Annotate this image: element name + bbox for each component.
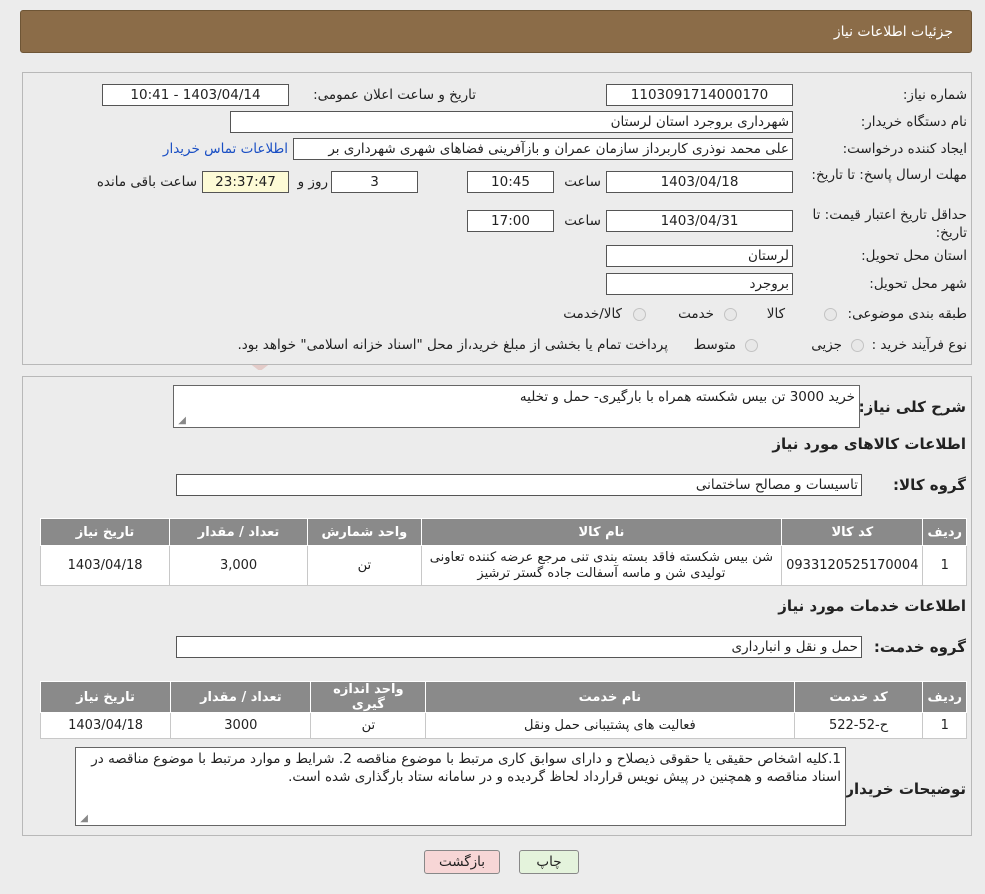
goods-cell-date: 1403/04/18 bbox=[39, 545, 171, 586]
services-col-date: تاریخ نیاز bbox=[39, 681, 172, 713]
price-date-field: 1403/04/31 bbox=[606, 210, 793, 232]
services-cell-unit: تن bbox=[310, 712, 427, 739]
reply-date-field: 1403/04/18 bbox=[606, 171, 793, 193]
services-heading: اطلاعات خدمات مورد نیاز bbox=[778, 597, 966, 615]
goods-group-field: تاسیسات و مصالح ساختمانی bbox=[176, 474, 862, 496]
process-option-minor: جزیی bbox=[811, 337, 842, 353]
buyer-contact-link[interactable]: اطلاعات تماس خریدار bbox=[140, 141, 288, 157]
process-note: پرداخت تمام یا بخشی از مبلغ خرید،از محل … bbox=[237, 337, 668, 353]
services-col-name: نام خدمت bbox=[425, 681, 795, 713]
back-button[interactable]: بازگشت bbox=[424, 850, 500, 874]
goods-heading: اطلاعات کالاهای مورد نیاز bbox=[772, 435, 966, 453]
services-cell-code: ح-52-522 bbox=[793, 712, 924, 739]
goods-col-name: نام کالا bbox=[420, 518, 783, 546]
services-cell-row: 1 bbox=[922, 712, 967, 739]
services-cell-name: فعالیت های پشتیبانی حمل ونقل bbox=[425, 712, 795, 739]
buyer-notes-textarea[interactable]: 1.کلیه اشخاص حقیقی یا حقوقی ذیصلاح و دار… bbox=[75, 747, 846, 826]
goods-table-wrapper: ردیف کد کالا نام کالا واحد شمارش تعداد /… bbox=[39, 518, 967, 586]
need-number-field: 1103091714000170 bbox=[606, 84, 793, 106]
buyer-org-label: نام دستگاه خریدار: bbox=[860, 114, 967, 130]
goods-col-row: ردیف bbox=[922, 518, 967, 546]
goods-cell-unit: تن bbox=[307, 545, 422, 586]
services-cell-date: 1403/04/18 bbox=[39, 712, 172, 739]
remaining-time-field: 23:37:47 bbox=[202, 171, 289, 193]
reply-deadline-label: مهلت ارسال پاسخ: تا تاریخ: bbox=[811, 167, 967, 183]
services-col-unit: واحد اندازه گیری bbox=[310, 681, 427, 713]
resize-grip-icon[interactable]: ◢ bbox=[176, 416, 186, 426]
city-field: بروجرد bbox=[606, 273, 793, 295]
goods-col-unit: واحد شمارش bbox=[307, 518, 422, 546]
city-label: شهر محل تحویل: bbox=[869, 276, 967, 292]
resize-grip-icon[interactable]: ◢ bbox=[78, 814, 88, 824]
announce-datetime-field: 1403/04/14 - 10:41 bbox=[102, 84, 289, 106]
price-time-label: ساعت bbox=[564, 213, 601, 229]
goods-col-date: تاریخ نیاز bbox=[39, 518, 171, 546]
service-group-label: گروه خدمت: bbox=[873, 638, 966, 656]
price-validity-label: حداقل تاریخ اعتبار قیمت: تا تاریخ: bbox=[812, 207, 967, 241]
goods-cell-qty: 3,000 bbox=[169, 545, 309, 586]
goods-table: ردیف کد کالا نام کالا واحد شمارش تعداد /… bbox=[39, 518, 967, 586]
creator-field: علی محمد نوذری کاربرداز سازمان عمران و ب… bbox=[293, 138, 793, 160]
creator-label: ایجاد کننده درخواست: bbox=[842, 141, 967, 157]
remaining-time-label: ساعت باقی مانده bbox=[96, 174, 197, 190]
category-radio-goods-service[interactable] bbox=[633, 308, 646, 321]
province-field: لرستان bbox=[606, 245, 793, 267]
services-table-wrapper: ردیف کد خدمت نام خدمت واحد اندازه گیری ت… bbox=[39, 681, 967, 739]
days-label: روز و bbox=[297, 174, 328, 190]
reply-time-field: 10:45 bbox=[467, 171, 554, 193]
need-number-label: شماره نیاز: bbox=[902, 87, 967, 103]
goods-cell-row: 1 bbox=[922, 545, 967, 586]
buyer-notes-text: 1.کلیه اشخاص حقیقی یا حقوقی ذیصلاح و دار… bbox=[91, 751, 841, 785]
services-col-qty: تعداد / مقدار bbox=[170, 681, 312, 713]
service-group-field: حمل و نقل و انبارداری bbox=[176, 636, 862, 658]
buyer-notes-label: توضیحات خریدار: bbox=[839, 780, 966, 798]
category-option-service: خدمت bbox=[678, 306, 714, 322]
page-header: جزئیات اطلاعات نیاز bbox=[20, 10, 972, 53]
services-col-code: کد خدمت bbox=[793, 681, 924, 713]
goods-group-label: گروه کالا: bbox=[893, 476, 966, 494]
table-row: 1 0933120525170004 شن بیس شکسته فاقد بست… bbox=[39, 545, 967, 586]
table-row: 1 ح-52-522 فعالیت های پشتیبانی حمل ونقل … bbox=[39, 712, 967, 739]
category-radio-goods[interactable] bbox=[824, 308, 837, 321]
process-radio-minor[interactable] bbox=[851, 339, 864, 352]
services-cell-qty: 3000 bbox=[170, 712, 312, 739]
goods-cell-code: 0933120525170004 bbox=[781, 545, 924, 586]
services-table: ردیف کد خدمت نام خدمت واحد اندازه گیری ت… bbox=[39, 681, 967, 739]
buyer-org-field: شهرداری بروجرد استان لرستان bbox=[230, 111, 793, 133]
print-button[interactable]: چاپ bbox=[519, 850, 579, 874]
announce-label: تاریخ و ساعت اعلان عمومی: bbox=[313, 87, 476, 103]
process-option-medium: متوسط bbox=[693, 337, 736, 353]
summary-textarea[interactable]: خرید 3000 تن بیس شکسته همراه با بارگیری-… bbox=[173, 385, 860, 428]
summary-text: خرید 3000 تن بیس شکسته همراه با بارگیری-… bbox=[519, 389, 855, 405]
services-col-row: ردیف bbox=[922, 681, 967, 713]
process-radio-medium[interactable] bbox=[745, 339, 758, 352]
summary-label: شرح کلی نیاز: bbox=[858, 398, 966, 416]
category-option-goods: کالا bbox=[766, 306, 785, 322]
category-option-goods-service: کالا/خدمت bbox=[563, 306, 622, 322]
goods-col-code: کد کالا bbox=[781, 518, 924, 546]
page-title: جزئیات اطلاعات نیاز bbox=[833, 24, 953, 40]
price-time-field: 17:00 bbox=[467, 210, 554, 232]
goods-cell-name: شن بیس شکسته فاقد بسته بندی تنی مرجع عرض… bbox=[420, 545, 783, 586]
goods-col-qty: تعداد / مقدار bbox=[169, 518, 309, 546]
reply-time-label: ساعت bbox=[564, 174, 601, 190]
province-label: استان محل تحویل: bbox=[861, 248, 967, 264]
days-field: 3 bbox=[331, 171, 418, 193]
category-radio-service[interactable] bbox=[724, 308, 737, 321]
